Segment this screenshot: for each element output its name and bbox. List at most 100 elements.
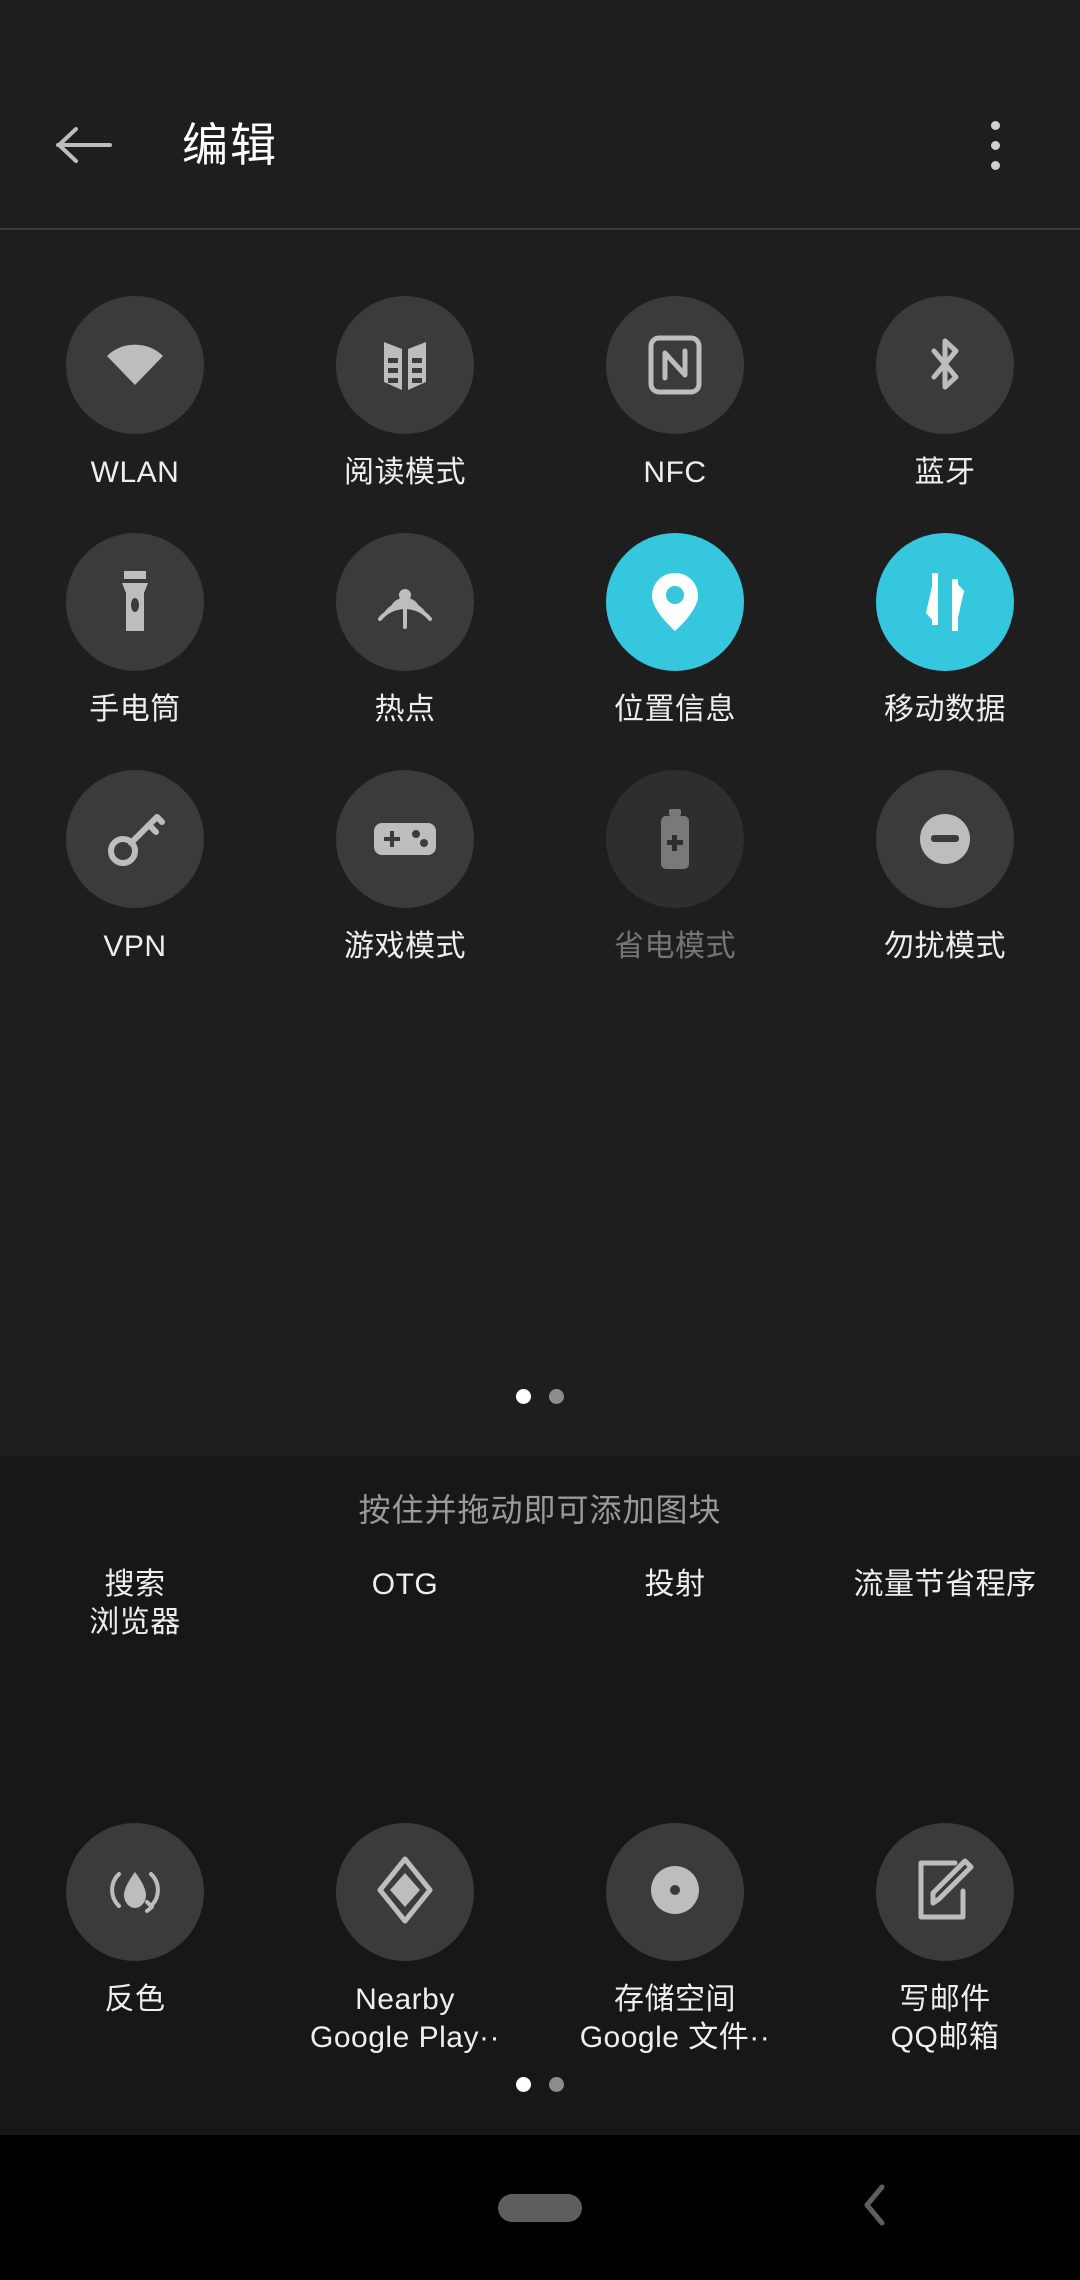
- tile-label: 投射: [644, 1568, 706, 1601]
- arrow-left-icon: [56, 125, 112, 165]
- tile-label: 游戏模式: [344, 930, 466, 963]
- gamepad-icon: [372, 818, 438, 860]
- tile-icon-container: [336, 533, 474, 671]
- home-gesture-pill[interactable]: [498, 2193, 582, 2222]
- more-vertical-icon-dot3: [990, 160, 1000, 170]
- quick-settings-edit-screen: 编辑 WLAN 阅读模式 NFC 蓝牙 手电筒 热点 位置信息 移动数据 VPN…: [0, 0, 1080, 2280]
- status-bar: [0, 0, 1080, 60]
- pager-dot-2[interactable]: [549, 1388, 564, 1404]
- tile-wlan[interactable]: WLAN: [0, 270, 270, 507]
- tile-label: OTG: [371, 1568, 439, 1601]
- pager-dot-1[interactable]: [516, 1388, 531, 1404]
- available-tile-data-saver[interactable]: 流量节省程序: [810, 1566, 1080, 1801]
- drag-hint-text: 按住并拖动即可添加图块: [358, 1492, 722, 1528]
- page-title: 编辑: [182, 119, 278, 171]
- tile-label: NFC: [643, 456, 707, 489]
- chevron-left-icon: [860, 2183, 890, 2232]
- do-not-disturb-icon: [914, 808, 976, 870]
- available-tile-storage[interactable]: 存储空间 Google 文件··: [540, 1823, 810, 2058]
- tile-vpn[interactable]: VPN: [0, 744, 270, 981]
- overflow-menu-button[interactable]: [960, 100, 1030, 190]
- tile-location[interactable]: 位置信息: [540, 507, 810, 744]
- available-tile-nearby-share[interactable]: Nearby Google Play··: [270, 1823, 540, 2058]
- tile-bluetooth[interactable]: 蓝牙: [810, 270, 1080, 507]
- tile-icon-container: [606, 533, 744, 671]
- available-tile-search[interactable]: 搜索 浏览器: [0, 1566, 270, 1801]
- tile-mobile-data[interactable]: 移动数据: [810, 507, 1080, 744]
- tile-label: 热点: [374, 693, 436, 726]
- tile-hotspot[interactable]: 热点: [270, 507, 540, 744]
- tile-label: 手电筒: [89, 693, 181, 726]
- more-vertical-icon-dot2: [990, 140, 1000, 150]
- active-tiles-row-3: VPN 游戏模式 省电模式 勿扰模式: [0, 744, 1080, 981]
- location-pin-icon: [649, 569, 701, 635]
- tile-label: 搜索: [104, 1568, 166, 1601]
- available-tiles-row-2: 反色 Nearby Google Play·· 存储空间 Google 文件··…: [0, 1823, 1080, 2058]
- app-bar: 编辑: [0, 60, 1080, 230]
- available-tile-cast[interactable]: 投射: [540, 1566, 810, 1801]
- tile-game-mode[interactable]: 游戏模式: [270, 744, 540, 981]
- tile-icon-container: [876, 770, 1014, 908]
- active-tiles-row-1: WLAN 阅读模式 NFC 蓝牙: [0, 270, 1080, 507]
- tile-label: 移动数据: [884, 693, 1006, 726]
- tile-icon-container: [606, 296, 744, 434]
- wifi-icon: [104, 339, 166, 391]
- tile-label: 存储空间: [614, 1983, 736, 2016]
- nav-back-button[interactable]: [840, 2173, 910, 2243]
- battery-saver-icon: [655, 807, 695, 871]
- pager-dot-2[interactable]: [549, 2076, 564, 2092]
- tile-icon-container: [606, 770, 744, 908]
- tile-label: 流量节省程序: [853, 1568, 1037, 1601]
- storage-disc-icon: [644, 1859, 706, 1926]
- tile-icon-container: [66, 296, 204, 434]
- available-tile-otg[interactable]: OTG: [270, 1566, 540, 1801]
- tile-label: Nearby: [355, 1983, 455, 2016]
- tile-label: 写邮件: [899, 1983, 991, 2016]
- tile-sublabel: 浏览器: [89, 1606, 181, 1640]
- flashlight-icon: [118, 569, 152, 635]
- tile-battery-saver[interactable]: 省电模式: [540, 744, 810, 981]
- compose-mail-icon: [913, 1857, 977, 1928]
- active-tiles-row-2: 手电筒 热点 位置信息 移动数据: [0, 507, 1080, 744]
- tile-label: 反色: [104, 1983, 166, 2016]
- tile-label: 省电模式: [614, 930, 736, 963]
- tile-icon-container: [876, 296, 1014, 434]
- available-tile-invert-colors[interactable]: 反色: [0, 1823, 270, 2058]
- tile-icon-container: [336, 1823, 474, 1961]
- tile-label: 位置信息: [614, 693, 736, 726]
- more-vertical-icon: [990, 120, 1000, 130]
- tile-do-not-disturb[interactable]: 勿扰模式: [810, 744, 1080, 981]
- tile-label: 蓝牙: [914, 456, 976, 489]
- active-tiles-pane: WLAN 阅读模式 NFC 蓝牙 手电筒 热点 位置信息 移动数据 VPN 游戏…: [0, 230, 1080, 1456]
- nearby-share-icon: [376, 1855, 434, 1930]
- available-tiles-pane: 按住并拖动即可添加图块 搜索 浏览器 OTG 投射 流量节省程序 反色 Near…: [0, 1456, 1080, 2135]
- pager-dot-1[interactable]: [516, 2076, 531, 2092]
- tile-flashlight[interactable]: 手电筒: [0, 507, 270, 744]
- tile-icon-container: [66, 533, 204, 671]
- tile-icon-container: [336, 296, 474, 434]
- tile-icon-container: [876, 1823, 1014, 1961]
- tile-icon-container: [66, 770, 204, 908]
- tile-label: VPN: [103, 930, 167, 963]
- available-pane-pager[interactable]: [0, 2033, 1080, 2135]
- tile-icon-container: [336, 770, 474, 908]
- nfc-icon: [647, 334, 703, 396]
- tile-label: WLAN: [90, 456, 180, 489]
- tile-icon-container: [66, 1823, 204, 1961]
- book-icon: [376, 336, 434, 394]
- invert-colors-icon: [103, 1858, 167, 1927]
- tile-label: 勿扰模式: [884, 930, 1006, 963]
- back-button[interactable]: [36, 97, 132, 193]
- key-icon: [104, 808, 166, 870]
- bluetooth-icon: [922, 333, 968, 397]
- pager-dots: [516, 1388, 564, 1404]
- active-pane-pager[interactable]: [0, 1336, 1080, 1456]
- tile-icon-container: [876, 533, 1014, 671]
- tile-icon-container: [606, 1823, 744, 1961]
- tile-reading-mode[interactable]: 阅读模式: [270, 270, 540, 507]
- navigation-bar: [0, 2135, 1080, 2280]
- pager-dots: [516, 2076, 564, 2092]
- tile-nfc[interactable]: NFC: [540, 270, 810, 507]
- available-tile-compose-mail[interactable]: 写邮件 QQ邮箱: [810, 1823, 1080, 2058]
- available-tiles-row-1: 搜索 浏览器 OTG 投射 流量节省程序: [0, 1566, 1080, 1801]
